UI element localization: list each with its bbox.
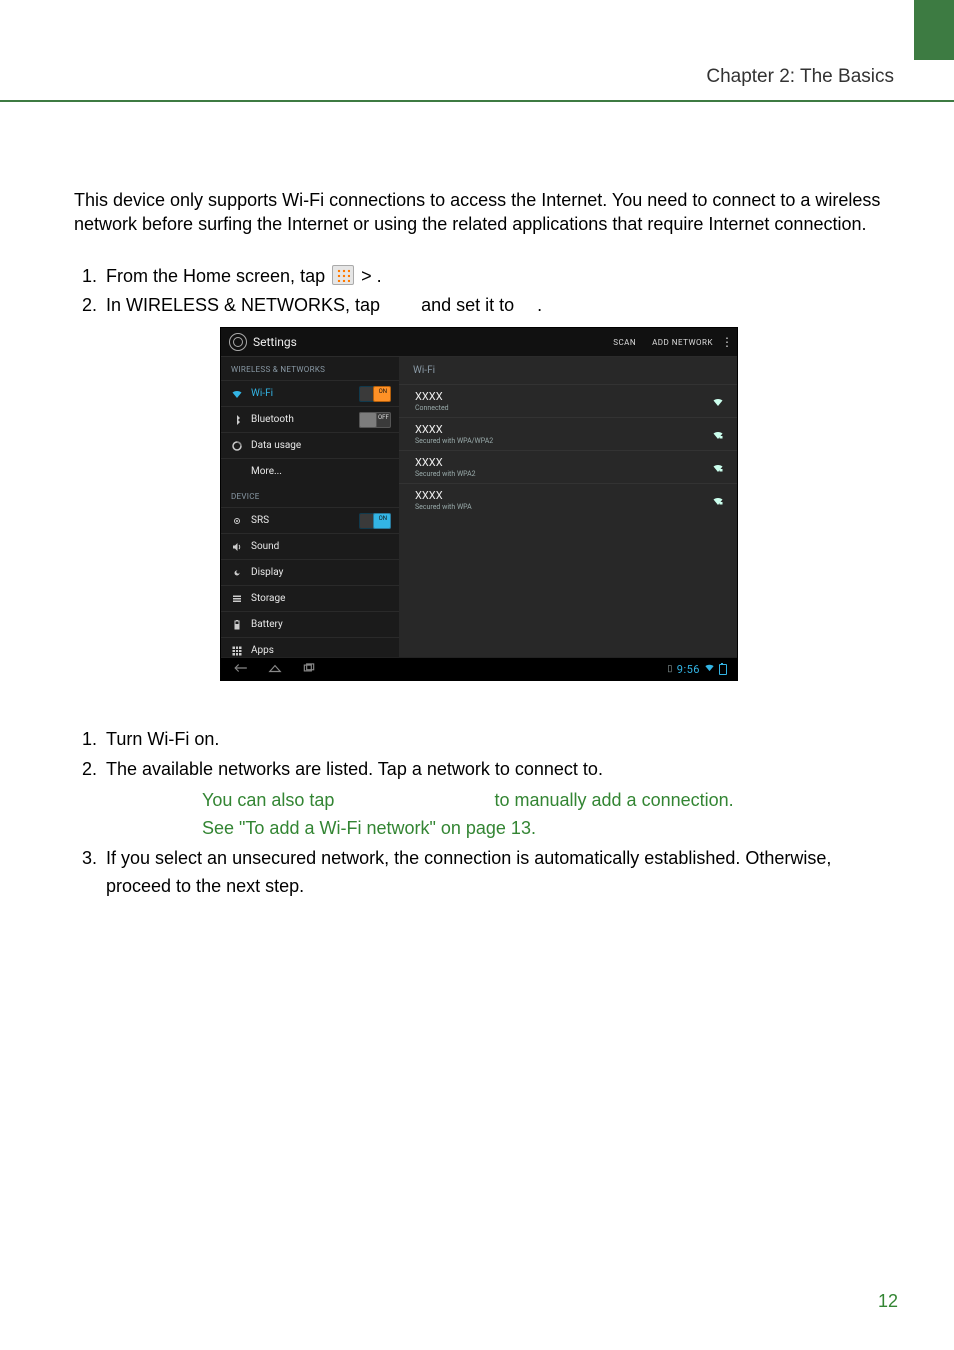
section-device: DEVICE [221,484,399,507]
step-2: In WIRELESS & NETWORKS, tap and set it t… [102,292,884,320]
net3-name: XXXX [415,489,711,502]
sidebar-wifi-label: Wi-Fi [251,388,359,399]
display-icon [231,567,243,579]
wifi-signal-lock-icon [711,495,725,505]
step-1-post: > . [361,266,382,286]
connect-step-1: Turn Wi-Fi on. [102,726,884,754]
sidebar-srs-label: SRS [251,515,359,526]
titlebar: Settings SCAN ADD NETWORK ⋮ [221,328,737,357]
turn-on-steps: From the Home screen, tap > . In WIRELES… [74,263,884,321]
net1-name: XXXX [415,423,711,436]
back-icon[interactable] [231,662,251,676]
srs-toggle[interactable] [359,513,391,529]
bluetooth-toggle[interactable] [359,412,391,428]
note-1b: to manually add a connection. [494,790,733,810]
step-2-post: . [537,295,542,315]
system-nav-bar: ▯ 9:56 [221,657,737,680]
add-network-button[interactable]: ADD NETWORK [644,338,721,347]
sidebar-item-sound[interactable]: Sound [221,533,399,559]
wifi-signal-lock-icon [711,429,725,439]
note-1a: You can also tap [202,790,339,810]
chapter-title: Chapter 2: The Basics [706,66,894,88]
network-row-3[interactable]: XXXX Secured with WPA [399,483,737,516]
sidebar-item-apps[interactable]: Apps [221,637,399,657]
wifi-signal-lock-icon [711,462,725,472]
blank-icon [231,466,243,478]
connect-step-2-text: The available networks are listed. Tap a… [106,759,603,779]
net2-sub: Secured with WPA2 [415,470,711,478]
bluetooth-icon [231,414,243,426]
clock-text: 9:56 [677,663,700,676]
wifi-signal-icon [711,396,725,406]
storage-icon [231,593,243,605]
home-icon[interactable] [265,662,285,676]
battery-icon [231,619,243,631]
sidebar-apps-label: Apps [251,645,391,656]
header-rule: Chapter 2: The Basics [0,60,954,102]
sidebar-item-wifi[interactable]: Wi-Fi [221,380,399,406]
sidebar-more-label: More... [251,466,391,477]
sidebar-sound-label: Sound [251,541,391,552]
network-row-2[interactable]: XXXX Secured with WPA2 [399,450,737,483]
sd-card-icon: ▯ [667,664,672,674]
status-area: ▯ 9:56 [667,662,727,676]
recent-apps-icon[interactable] [299,662,319,676]
window-title: Settings [253,335,297,349]
net2-name: XXXX [415,456,711,469]
page-number: 12 [878,1291,898,1312]
apps-grid-icon [332,265,354,285]
page-tab-accent [914,0,954,60]
sound-icon [231,541,243,553]
wifi-panel: Wi-Fi XXXX Connected XXXX Secured with W… [399,357,737,657]
srs-icon [231,515,243,527]
wifi-toggle[interactable] [359,386,391,402]
net0-sub: Connected [415,404,711,412]
sidebar-item-display[interactable]: Display [221,559,399,585]
step-1-pre: From the Home screen, tap [106,266,330,286]
sidebar-item-more[interactable]: More... [221,458,399,484]
apps-icon [231,645,243,657]
android-settings-screenshot: Settings SCAN ADD NETWORK ⋮ WIRELESS & N… [221,328,737,680]
intro-paragraph: This device only supports Wi-Fi connecti… [74,188,884,237]
sidebar-bt-label: Bluetooth [251,414,359,425]
sidebar-item-data-usage[interactable]: Data usage [221,432,399,458]
connect-step-3: If you select an unsecured network, the … [102,845,884,901]
net3-sub: Secured with WPA [415,503,711,511]
battery-status-icon [719,664,727,675]
overflow-menu-icon[interactable]: ⋮ [721,335,737,349]
note-line-1: You can also tap to manually add a conne… [202,788,884,812]
section-wireless-networks: WIRELESS & NETWORKS [221,357,399,380]
wifi-status-icon [704,662,715,676]
network-row-1[interactable]: XXXX Secured with WPA/WPA2 [399,417,737,450]
sidebar-battery-label: Battery [251,619,391,630]
wifi-icon [231,388,243,400]
scan-button[interactable]: SCAN [605,338,644,347]
settings-sidebar: WIRELESS & NETWORKS Wi-Fi Bluetooth [221,357,399,657]
sidebar-storage-label: Storage [251,593,391,604]
sidebar-item-battery[interactable]: Battery [221,611,399,637]
sidebar-item-srs[interactable]: SRS [221,507,399,533]
sidebar-item-storage[interactable]: Storage [221,585,399,611]
net0-name: XXXX [415,390,711,403]
step-2-pre: In WIRELESS & NETWORKS, tap [106,295,385,315]
connect-steps: Turn Wi-Fi on. The available networks ar… [74,726,884,900]
sidebar-data-label: Data usage [251,440,391,451]
data-usage-icon [231,440,243,452]
sidebar-item-bluetooth[interactable]: Bluetooth [221,406,399,432]
step-1: From the Home screen, tap > . [102,263,884,291]
network-row-0[interactable]: XXXX Connected [399,384,737,417]
net1-sub: Secured with WPA/WPA2 [415,437,711,445]
connect-step-2: The available networks are listed. Tap a… [102,756,884,840]
note-line-2: See "To add a Wi-Fi network" on page 13. [202,816,884,840]
wifi-panel-header: Wi-Fi [399,357,737,384]
sidebar-display-label: Display [251,567,391,578]
step-2-mid: and set it to [421,295,519,315]
gear-icon [229,333,247,351]
